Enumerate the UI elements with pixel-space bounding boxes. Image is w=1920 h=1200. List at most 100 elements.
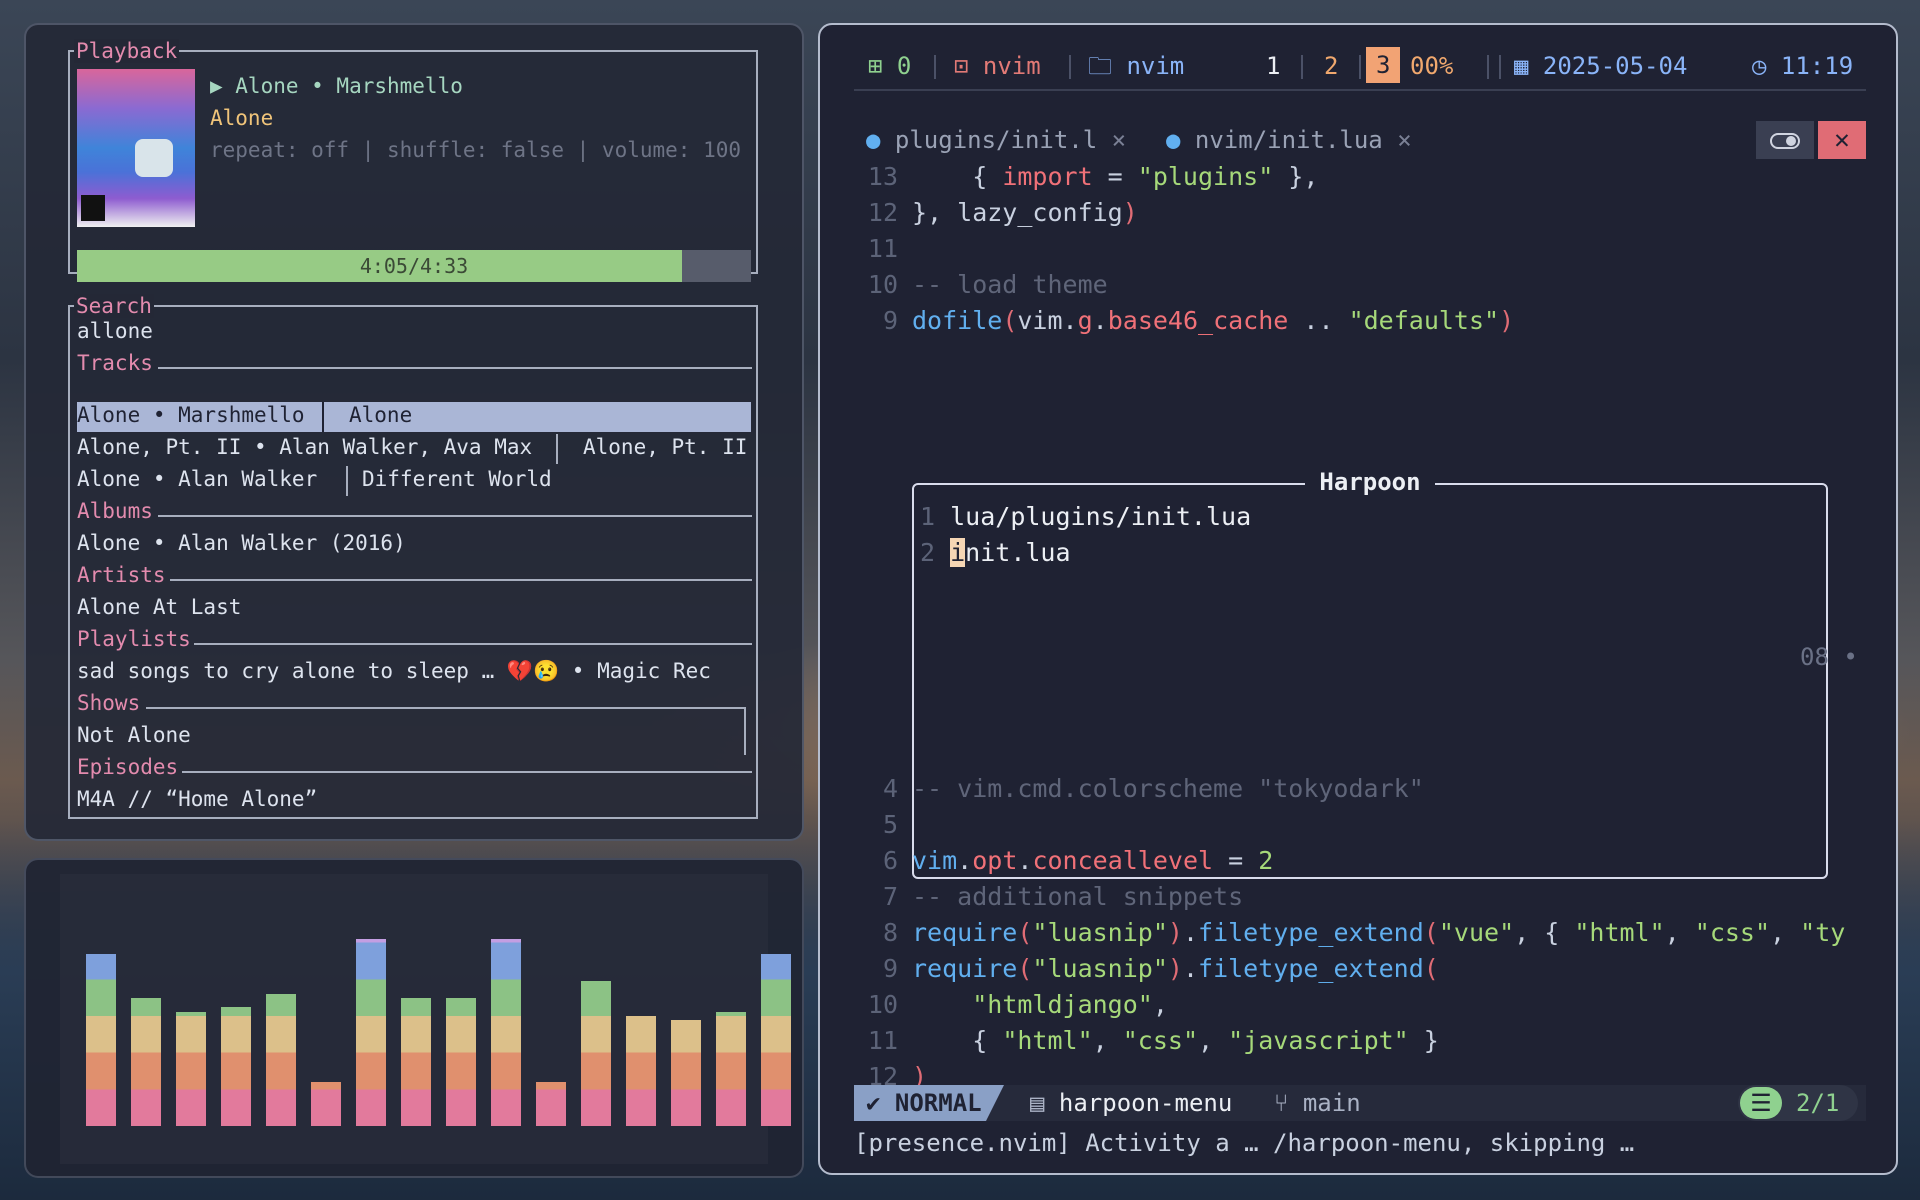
line-number: 7 xyxy=(882,882,898,911)
date-display: ▦ 2025-05-04 xyxy=(1514,51,1687,81)
track-item-left[interactable]: Alone, Pt. II • Alan Walker, Ava Max xyxy=(77,435,532,459)
album-item[interactable]: Alone • Alan Walker (2016) xyxy=(77,531,406,555)
code-text: require("luasnip").filetype_extend( xyxy=(912,954,1439,983)
code-line[interactable]: 4 -- vim.cmd.colorscheme "tokyodark" xyxy=(854,771,1424,807)
tab-label: plugins/init.l xyxy=(894,126,1098,154)
code-line[interactable]: 9 require("luasnip").filetype_extend( xyxy=(854,951,1439,987)
clock-icon: ◷ xyxy=(1752,52,1767,80)
show-item[interactable]: Not Alone xyxy=(77,723,191,747)
workspace-3-active[interactable]: 3 xyxy=(1366,47,1401,83)
statusline-file: ▤ harpoon-menu xyxy=(1030,1089,1233,1117)
app-nvim-2[interactable]: 🗀 nvim xyxy=(1088,51,1184,81)
track-item-right[interactable]: Alone, Pt. II xyxy=(583,435,747,459)
bar-separator xyxy=(934,55,936,79)
playback-pane-title: Playback xyxy=(74,39,180,63)
lua-icon: ● xyxy=(1166,126,1181,154)
visualizer-bar xyxy=(761,954,791,1126)
code-text: -- vim.cmd.colorscheme "tokyodark" xyxy=(912,774,1424,803)
progress-time: 4:05/4:33 xyxy=(359,254,469,278)
cursor-position: 2/1 xyxy=(1796,1089,1840,1117)
column-divider xyxy=(322,402,324,432)
visualizer-bar xyxy=(491,939,521,1126)
line-number: 10 xyxy=(867,270,898,299)
episode-item[interactable]: M4A // “Home Alone” xyxy=(77,787,317,811)
marshmello-helmet-art xyxy=(135,139,173,177)
lines-icon: ☰ xyxy=(1740,1087,1782,1119)
code-line[interactable]: 5 xyxy=(854,807,912,843)
visualizer-bar xyxy=(356,939,386,1126)
playlist-item[interactable]: sad songs to cry alone to sleep … 💔😢 • M… xyxy=(77,659,711,684)
tab-label: nvim/init.lua xyxy=(1194,126,1383,154)
harpoon-menu[interactable]: Harpoon 1 lua/plugins/init.lua 2 init.lu… xyxy=(912,468,1828,879)
code-text: require("luasnip").filetype_extend("vue"… xyxy=(912,918,1846,947)
toggle-icon[interactable] xyxy=(1756,121,1814,159)
code-line[interactable]: 8 require("luasnip").filetype_extend("vue… xyxy=(854,915,1845,951)
line-number: 4 xyxy=(882,774,898,803)
layout-icon: ⊞ xyxy=(868,52,883,80)
line-number: 9 xyxy=(882,954,898,983)
top-status-bar: ⊞ 0 ⊡ nvim 🗀 nvim 1 2 3 00% ▦ 2025-05-04… xyxy=(854,39,1866,91)
code-line[interactable]: 13 { import = "plugins" }, xyxy=(854,159,1319,195)
code-line[interactable]: 12}, lazy_config) xyxy=(854,195,1138,231)
code-text: -- additional snippets xyxy=(912,882,1244,911)
visualizer-bar xyxy=(536,1082,566,1126)
close-icon[interactable]: × xyxy=(1112,126,1126,154)
code-line[interactable]: 6 vim.opt.conceallevel = 2 xyxy=(854,843,1273,879)
code-line[interactable]: 10 "htmldjango", xyxy=(854,987,1168,1023)
episodes-divider xyxy=(182,771,752,773)
battery-percent: 00% xyxy=(1410,52,1454,80)
harpoon-item[interactable]: 2 init.lua xyxy=(920,535,1071,571)
visualizer-bar xyxy=(176,1012,206,1126)
buffer-tabline: ● plugins/init.l × ● nvim/init.lua × ✕ xyxy=(854,121,1866,159)
column-divider xyxy=(556,434,558,464)
track-item-right[interactable]: Alone xyxy=(349,403,412,427)
app-nvim-1[interactable]: ⊡ nvim xyxy=(954,51,1041,81)
album-cover xyxy=(77,69,195,227)
visualizer-bar xyxy=(671,1020,701,1126)
search-query[interactable]: allone xyxy=(77,319,153,343)
bar-separator xyxy=(1069,55,1071,79)
close-all-button[interactable]: ✕ xyxy=(1818,121,1866,159)
workspace-2[interactable]: 2 xyxy=(1324,51,1338,81)
track-item-left[interactable]: Alone • Marshmello xyxy=(77,403,305,427)
playlists-divider xyxy=(194,643,752,645)
shows-heading: Shows xyxy=(77,691,141,715)
visualizer-bar xyxy=(131,998,161,1126)
visualizer-bar xyxy=(446,998,476,1126)
buffer-tab-plugins-init[interactable]: ● plugins/init.l × xyxy=(866,125,1126,155)
code-line[interactable]: 10 -- load theme xyxy=(854,267,1108,303)
command-line-message: [presence.nvim] Activity a … /harpoon-me… xyxy=(854,1129,1635,1157)
terminal-icon: ⊡ xyxy=(954,52,969,80)
file-icon: ▤ xyxy=(1030,1089,1045,1117)
artists-divider xyxy=(170,579,752,581)
code-editor[interactable]: 13 { import = "plugins" }, 12}, lazy_conf… xyxy=(854,159,1866,1099)
code-text: { import = "plugins" }, xyxy=(912,162,1319,191)
position-indicator: ☰ 2/1 xyxy=(1738,1085,1858,1121)
artists-heading: Artists xyxy=(77,563,166,587)
track-item-right[interactable]: Different World xyxy=(362,467,552,491)
workspace-1[interactable]: 1 xyxy=(1266,51,1280,81)
code-line[interactable]: 11 { "html", "css", "javascript" } xyxy=(854,1023,1439,1059)
now-playing-text: ▶ Alone • Marshmello xyxy=(210,74,463,98)
code-line[interactable]: 11 xyxy=(854,231,912,267)
playback-options: repeat: off | shuffle: false | volume: 1… xyxy=(210,138,742,162)
artist-item[interactable]: Alone At Last xyxy=(77,595,241,619)
albums-heading: Albums xyxy=(77,499,153,523)
workspace-count: 0 xyxy=(896,52,912,80)
harpoon-item[interactable]: 1 lua/plugins/init.lua xyxy=(920,499,1251,535)
playback-pane: Playback ▶ Alone • Marshmello Alone repe… xyxy=(68,39,758,282)
time-text: 11:19 xyxy=(1780,52,1854,80)
code-line[interactable]: 9 dofile(vim.g.base46_cache .. "defaults"… xyxy=(854,303,1514,339)
buffer-tab-nvim-init[interactable]: ● nvim/init.lua × xyxy=(1166,125,1412,155)
track-item-left[interactable]: Alone • Alan Walker xyxy=(77,467,317,491)
visualizer-bar xyxy=(311,1082,341,1126)
visualizer-bar xyxy=(581,981,611,1126)
progress-bar[interactable]: 4:05/4:33 xyxy=(77,250,751,282)
app-name: nvim xyxy=(1126,52,1185,80)
mode-text: NORMAL xyxy=(894,1089,982,1117)
code-line[interactable]: 7 -- additional snippets xyxy=(854,879,1243,915)
bar-separator xyxy=(1359,55,1361,79)
close-icon[interactable]: × xyxy=(1397,126,1411,154)
workspace-indicator[interactable]: ⊞ 0 xyxy=(868,51,911,81)
monstercat-logo xyxy=(81,195,105,221)
